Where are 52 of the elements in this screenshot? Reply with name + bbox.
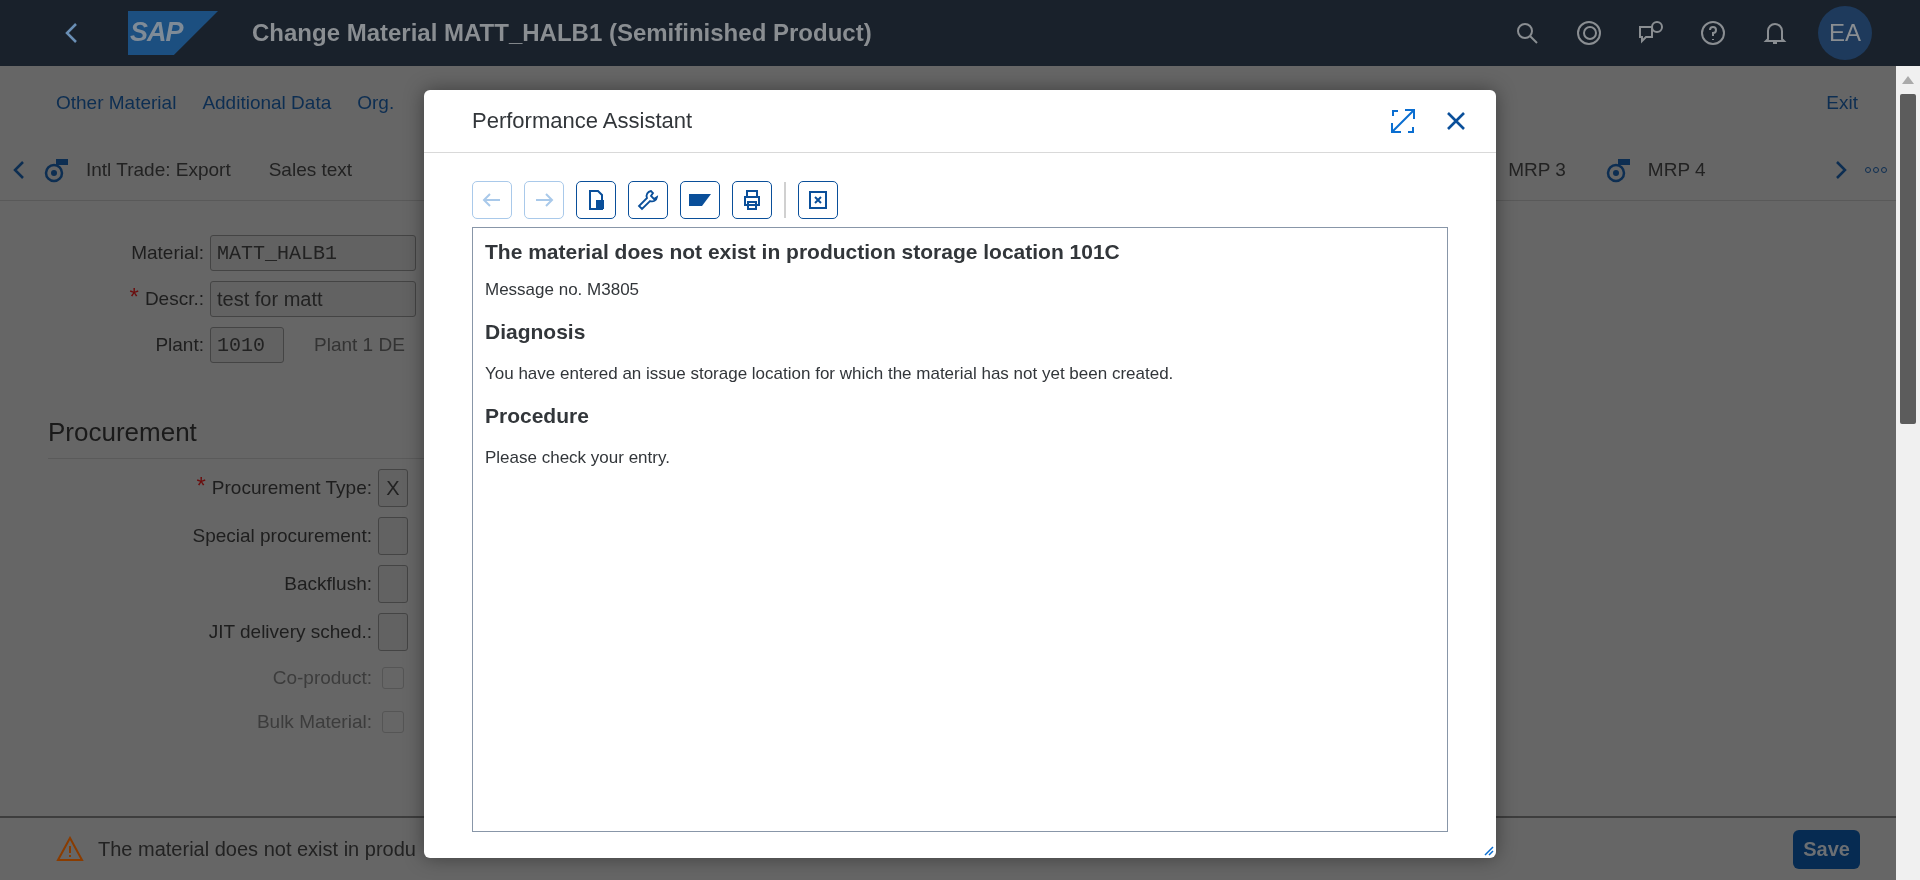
input-field[interactable]: test for matt — [210, 281, 416, 317]
help-icon[interactable] — [1700, 20, 1726, 46]
field-label: Plant: — [155, 334, 204, 356]
required-mark: * — [129, 288, 139, 310]
company-logo[interactable]: SAP — [128, 11, 218, 55]
exit-link[interactable]: Exit — [1826, 92, 1858, 114]
search-icon[interactable] — [1514, 20, 1540, 46]
document-button[interactable] — [576, 181, 616, 219]
field-label: JIT delivery sched.: — [208, 621, 372, 643]
settings-button[interactable] — [628, 181, 668, 219]
input-field[interactable] — [378, 565, 408, 603]
menu-link[interactable]: Org. — [357, 92, 395, 114]
close-icon[interactable] — [1446, 111, 1466, 131]
input-field[interactable]: 1010 — [210, 327, 284, 363]
close-button[interactable] — [798, 181, 838, 219]
field-label: Special procurement: — [192, 525, 372, 547]
message-number: Message no. M3805 — [485, 280, 641, 300]
warning-icon — [56, 836, 84, 862]
tab[interactable]: MRP 4 — [1647, 159, 1706, 181]
section-text: Please check your entry. — [485, 448, 671, 468]
tab[interactable]: MRP 3 — [1508, 159, 1566, 181]
bell-icon[interactable] — [1762, 20, 1788, 46]
menu-link[interactable]: Additional Data — [202, 92, 332, 114]
feedback-icon[interactable] — [1638, 20, 1664, 46]
logo-button[interactable] — [680, 181, 720, 219]
field-label: Material: — [131, 242, 204, 264]
section-heading: Procedure — [485, 404, 590, 428]
input-field[interactable]: X — [378, 469, 408, 507]
section-text: You have entered an issue storage location for which the material has not yet been created. — [485, 364, 1175, 384]
wrench-icon — [636, 188, 660, 212]
user-avatar[interactable]: EA — [1818, 6, 1872, 60]
input-field[interactable] — [378, 613, 408, 651]
expand-icon[interactable] — [1390, 108, 1416, 134]
required-mark: * — [196, 477, 206, 499]
input-field[interactable]: MATT_HALB1 — [210, 235, 416, 271]
save-button[interactable]: Save — [1793, 829, 1860, 869]
field-label: Procurement Type: — [211, 477, 372, 499]
page-title: Change Material MATT_HALB1 (Semifinished Product) — [252, 19, 872, 47]
dialog-title: Performance Assistant — [472, 108, 693, 134]
field-label: Backflush: — [284, 573, 372, 595]
input-field[interactable] — [378, 517, 408, 555]
status-message: The material does not exist in produ — [98, 837, 416, 861]
tab[interactable]: Intl Trade: Export — [86, 159, 231, 181]
field-label: Descr.: — [144, 288, 204, 310]
scrollbar-thumb[interactable] — [1900, 94, 1916, 424]
menu-link[interactable]: Other Material — [56, 92, 177, 114]
message-heading: The material does not exist in production storage location 101C — [485, 240, 1121, 264]
print-button[interactable] — [732, 181, 772, 219]
close-icon — [806, 188, 830, 212]
section-heading: Diagnosis — [485, 320, 587, 344]
tab[interactable]: Sales text — [268, 159, 353, 181]
resize-handle-icon[interactable] — [1482, 844, 1494, 856]
